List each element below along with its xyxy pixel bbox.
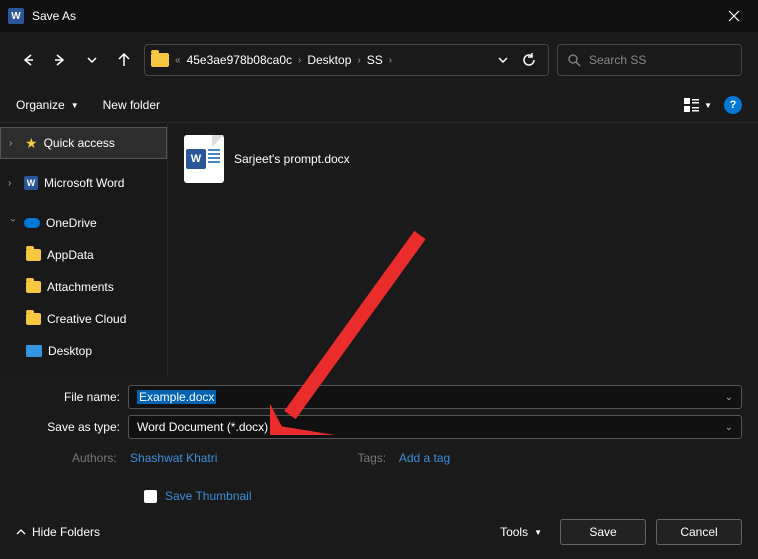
- authors-label: Authors:: [72, 451, 117, 465]
- sidebar-item-desktop[interactable]: Desktop: [0, 335, 167, 367]
- sidebar-item-quick-access[interactable]: › ★ Quick access: [0, 127, 167, 159]
- search-placeholder: Search SS: [589, 53, 646, 67]
- chevron-right-icon[interactable]: ›: [9, 138, 19, 149]
- search-icon: [568, 54, 581, 67]
- sidebar-item-label: Quick access: [44, 136, 115, 150]
- word-app-icon: W: [24, 176, 38, 190]
- caret-down-icon: ▼: [704, 101, 712, 110]
- recent-dropdown[interactable]: [80, 48, 104, 72]
- breadcrumb-item[interactable]: SS: [367, 53, 383, 67]
- help-button[interactable]: ?: [724, 96, 742, 114]
- toolbar: Organize ▼ New folder ▼ ?: [0, 88, 758, 122]
- tags-value[interactable]: Add a tag: [399, 451, 450, 465]
- folder-icon: [26, 313, 41, 325]
- sidebar-item-label: Desktop: [48, 344, 92, 358]
- chevron-down-icon[interactable]: ›: [8, 218, 19, 228]
- breadcrumb-bar[interactable]: « 45e3ae978b08ca0c › Desktop › SS ›: [144, 44, 549, 76]
- new-folder-button[interactable]: New folder: [103, 98, 160, 112]
- titlebar: W Save As: [0, 0, 758, 32]
- cancel-button[interactable]: Cancel: [656, 519, 742, 545]
- chevron-right-icon: ›: [389, 55, 392, 66]
- file-list[interactable]: W Sarjeet's prompt.docx: [168, 122, 758, 377]
- close-button[interactable]: [718, 0, 750, 32]
- desktop-icon: [26, 345, 42, 357]
- arrow-right-icon: [53, 53, 67, 67]
- sidebar-item-onedrive[interactable]: › OneDrive: [0, 207, 167, 239]
- file-name: Sarjeet's prompt.docx: [234, 152, 350, 166]
- forward-button[interactable]: [48, 48, 72, 72]
- arrow-left-icon: [21, 53, 35, 67]
- folder-icon: [151, 53, 169, 67]
- save-as-type-value: Word Document (*.docx): [137, 420, 268, 434]
- docx-file-icon: W: [184, 135, 224, 183]
- chevron-right-icon[interactable]: ›: [8, 178, 18, 189]
- refresh-icon[interactable]: [522, 53, 536, 67]
- chevron-right-icon: ›: [298, 55, 301, 66]
- file-name-value: Example.docx: [137, 390, 216, 404]
- nav-row: « 45e3ae978b08ca0c › Desktop › SS › Sear…: [0, 32, 758, 88]
- sidebar-item-label: Creative Cloud: [47, 312, 126, 326]
- save-button[interactable]: Save: [560, 519, 646, 545]
- breadcrumb-item[interactable]: 45e3ae978b08ca0c: [187, 53, 292, 67]
- sidebar-item-label: Attachments: [47, 280, 114, 294]
- authors-value[interactable]: Shashwat Khatri: [130, 451, 217, 465]
- back-button[interactable]: [16, 48, 40, 72]
- save-thumbnail-checkbox[interactable]: [144, 490, 157, 503]
- file-name-input[interactable]: Example.docx ⌄: [128, 385, 742, 409]
- file-name-label: File name:: [16, 390, 128, 404]
- up-button[interactable]: [112, 48, 136, 72]
- close-icon: [728, 10, 740, 22]
- onedrive-icon: [24, 218, 40, 228]
- word-app-icon: W: [8, 8, 24, 24]
- sidebar-item-label: OneDrive: [46, 216, 97, 230]
- main-area: › ★ Quick access › W Microsoft Word › On…: [0, 122, 758, 377]
- breadcrumb-item[interactable]: Desktop: [307, 53, 351, 67]
- titlebar-left: W Save As: [8, 8, 76, 24]
- sidebar-item-label: AppData: [47, 248, 94, 262]
- save-as-type-label: Save as type:: [16, 420, 128, 434]
- organize-button[interactable]: Organize ▼: [16, 98, 79, 112]
- save-as-type-dropdown[interactable]: Word Document (*.docx) ⌄: [128, 415, 742, 439]
- chevron-down-icon[interactable]: ⌄: [725, 422, 733, 433]
- chevron-up-icon: [16, 529, 26, 535]
- sidebar-item-appdata[interactable]: AppData: [0, 239, 167, 271]
- file-item[interactable]: W Sarjeet's prompt.docx: [184, 135, 742, 183]
- chevron-down-icon: [87, 57, 97, 63]
- search-input[interactable]: Search SS: [557, 44, 742, 76]
- tools-dropdown[interactable]: Tools ▼: [500, 525, 542, 539]
- hide-folders-button[interactable]: Hide Folders: [16, 525, 100, 539]
- folder-icon: [26, 281, 41, 293]
- chevron-right-icon: ›: [357, 55, 360, 66]
- window-title: Save As: [32, 9, 76, 23]
- sidebar-item-label: Microsoft Word: [44, 176, 124, 190]
- view-options-button[interactable]: ▼: [684, 98, 712, 112]
- folder-icon: [26, 249, 41, 261]
- save-thumbnail-label[interactable]: Save Thumbnail: [165, 489, 252, 503]
- caret-down-icon: ▼: [534, 528, 542, 537]
- footer: Hide Folders Tools ▼ Save Cancel: [0, 509, 758, 559]
- arrow-up-icon: [117, 53, 131, 67]
- save-form: File name: Example.docx ⌄ Save as type: …: [0, 377, 758, 515]
- star-icon: ★: [25, 135, 38, 152]
- sidebar-item-word[interactable]: › W Microsoft Word: [0, 167, 167, 199]
- chevron-down-icon[interactable]: ⌄: [725, 392, 733, 403]
- view-grid-icon: [684, 98, 700, 112]
- sidebar-item-attachments[interactable]: Attachments: [0, 271, 167, 303]
- sidebar-item-creative-cloud[interactable]: Creative Cloud: [0, 303, 167, 335]
- breadcrumb-overflow[interactable]: «: [175, 55, 181, 66]
- chevron-down-icon[interactable]: [498, 57, 508, 63]
- caret-down-icon: ▼: [71, 101, 79, 110]
- navigation-pane: › ★ Quick access › W Microsoft Word › On…: [0, 122, 168, 377]
- tags-label: Tags:: [357, 451, 386, 465]
